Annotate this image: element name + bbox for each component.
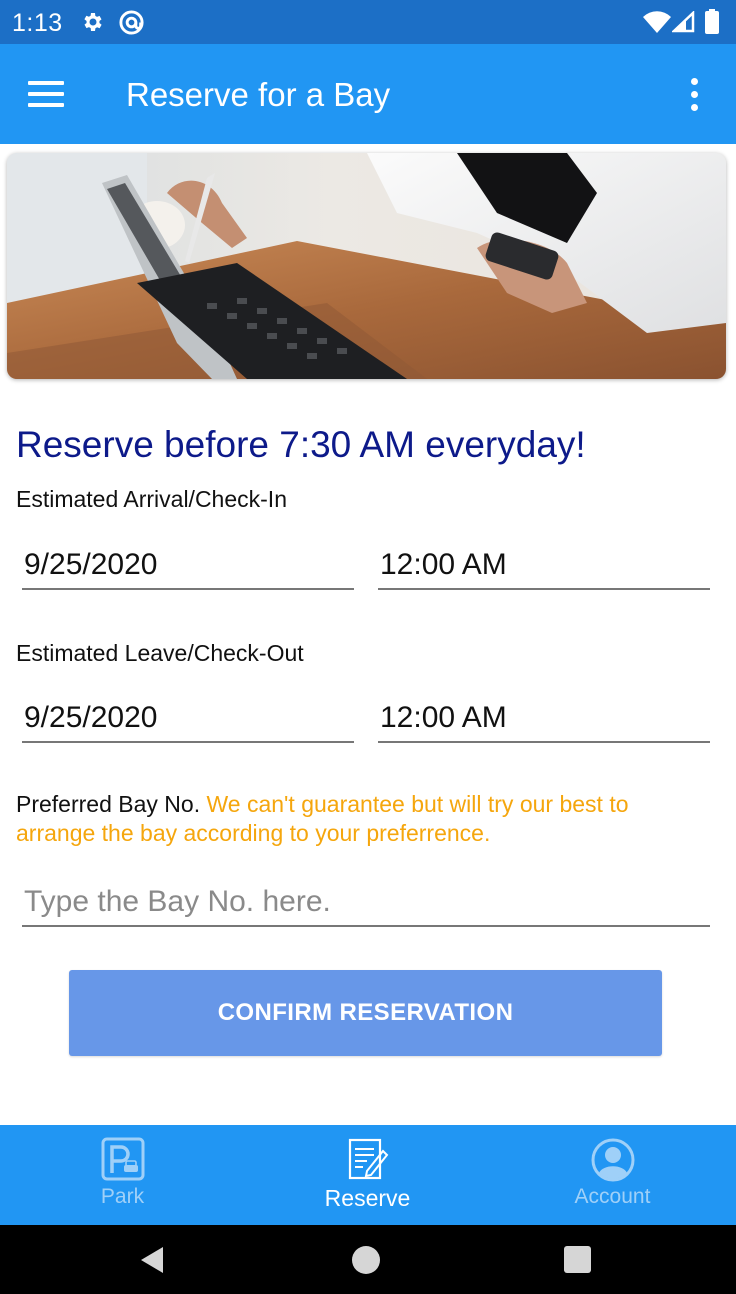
leave-date-field[interactable]: 9/25/2020	[22, 699, 354, 743]
nav-label-account: Account	[574, 1185, 651, 1208]
bottom-nav: Park Reserve Account	[0, 1125, 736, 1225]
nav-label-reserve: Reserve	[324, 1185, 411, 1211]
arrival-date-value: 9/25/2020	[24, 548, 158, 581]
reserve-note-icon	[348, 1138, 388, 1180]
account-icon	[591, 1138, 634, 1182]
leave-label: Estimated Leave/Check-Out	[16, 640, 304, 666]
home-icon[interactable]	[352, 1246, 380, 1274]
leave-time-value: 12:00 AM	[380, 701, 507, 734]
hero-photo	[7, 153, 726, 379]
leave-date-value: 9/25/2020	[24, 701, 158, 734]
headline: Reserve before 7:30 AM everyday!	[16, 424, 586, 465]
cell-signal-icon	[672, 11, 695, 33]
status-bar: 1:13	[0, 0, 736, 44]
bay-preference-note: Preferred Bay No. We can't guarantee but…	[16, 790, 706, 848]
confirm-reservation-button[interactable]: CONFIRM RESERVATION	[69, 970, 662, 1056]
leave-time-field[interactable]: 12:00 AM	[378, 699, 710, 743]
page-title: Reserve for a Bay	[126, 76, 391, 113]
arrival-label: Estimated Arrival/Check-In	[16, 486, 287, 512]
nav-item-park[interactable]: Park	[0, 1125, 245, 1225]
sync-icon	[119, 10, 144, 35]
bay-label: Preferred Bay No.	[16, 791, 201, 817]
app-bar: Reserve for a Bay	[0, 44, 736, 144]
menu-icon[interactable]	[28, 81, 64, 107]
nav-label-park: Park	[100, 1185, 145, 1208]
hero-image	[7, 153, 726, 379]
back-icon[interactable]	[137, 1245, 167, 1275]
arrival-time-field[interactable]: 12:00 AM	[378, 546, 710, 590]
status-time: 1:13	[12, 9, 63, 37]
more-vert-icon[interactable]	[688, 78, 702, 112]
confirm-reservation-label: CONFIRM RESERVATION	[217, 999, 514, 1026]
bay-number-input[interactable]	[22, 878, 710, 927]
recents-icon[interactable]	[564, 1246, 591, 1273]
gear-icon	[84, 13, 102, 31]
parking-icon	[101, 1137, 144, 1181]
arrival-time-value: 12:00 AM	[380, 548, 507, 581]
nav-item-account[interactable]: Account	[490, 1125, 735, 1225]
nav-item-reserve[interactable]: Reserve	[245, 1125, 490, 1225]
battery-icon	[705, 9, 719, 34]
system-nav-bar	[0, 1225, 736, 1294]
wifi-icon	[643, 11, 671, 34]
arrival-date-field[interactable]: 9/25/2020	[22, 546, 354, 590]
